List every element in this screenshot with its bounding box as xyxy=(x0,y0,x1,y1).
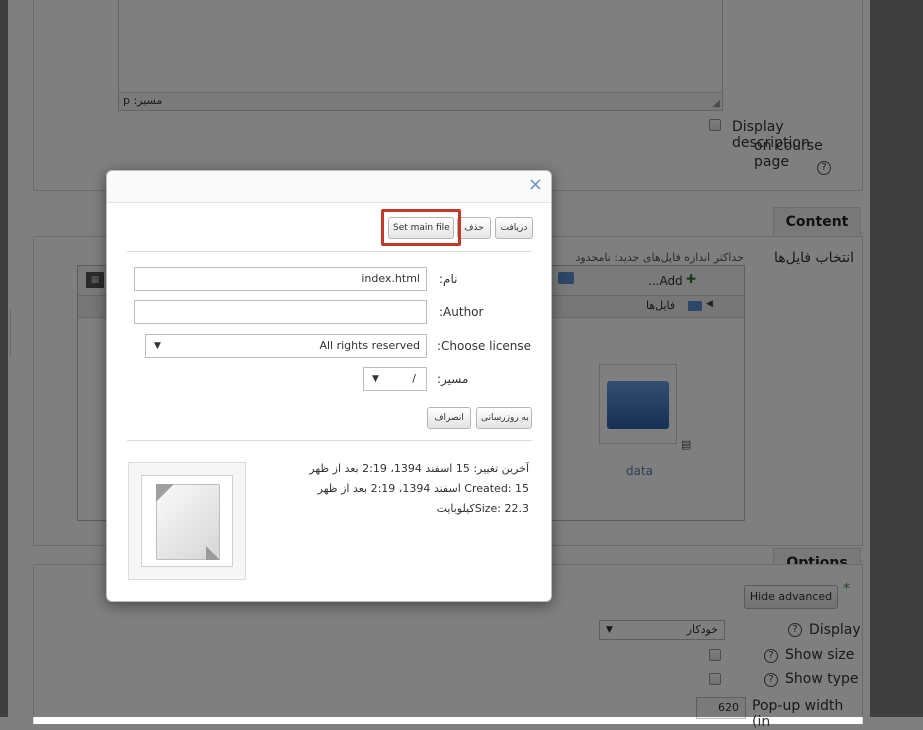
author-input[interactable] xyxy=(134,300,427,324)
author-label: :Author xyxy=(439,305,484,319)
screen: مسیر: p ◢ Display description on course … xyxy=(0,0,923,730)
close-icon[interactable]: × xyxy=(528,175,543,195)
path-select-value: / xyxy=(412,372,416,385)
dialog-divider-top xyxy=(127,251,532,252)
document-corner-icon xyxy=(156,484,174,502)
license-select-arrow-icon: ▼ xyxy=(154,341,161,351)
download-button[interactable]: دریافت xyxy=(495,217,533,239)
file-preview-frame xyxy=(141,475,233,567)
created-info: Created: 15 اسفند 1394، 2:19 بعد از ظهر xyxy=(317,482,529,495)
modified-info: آخرین تغییر: 15 اسفند 1394، 2:19 بعد از … xyxy=(309,462,529,475)
dialog-header: × xyxy=(107,171,551,203)
file-preview xyxy=(128,462,246,580)
document-fold-icon xyxy=(206,546,220,560)
path-select[interactable]: ▼ / xyxy=(363,367,427,391)
update-button[interactable]: به روزرسانی xyxy=(476,407,532,429)
license-label: :Choose license xyxy=(437,339,532,353)
cancel-button[interactable]: انصراف xyxy=(427,407,471,429)
path-select-arrow-icon: ▼ xyxy=(372,374,379,384)
document-icon xyxy=(156,484,220,560)
size-info: Size: 22.3کیلوبایت xyxy=(436,502,529,515)
path-label: مسیر: xyxy=(437,372,469,386)
license-select-value: All rights reserved xyxy=(319,339,420,352)
name-label: نام: xyxy=(439,272,458,286)
dialog-divider-bottom xyxy=(127,440,532,441)
delete-button[interactable]: حذف xyxy=(457,217,491,239)
name-input[interactable]: index.html xyxy=(134,267,427,291)
file-details-dialog: × دریافت حذف Set main file index.html نا… xyxy=(106,170,552,602)
license-select[interactable]: ▼ All rights reserved xyxy=(145,334,427,358)
set-main-file-highlight xyxy=(381,209,461,246)
